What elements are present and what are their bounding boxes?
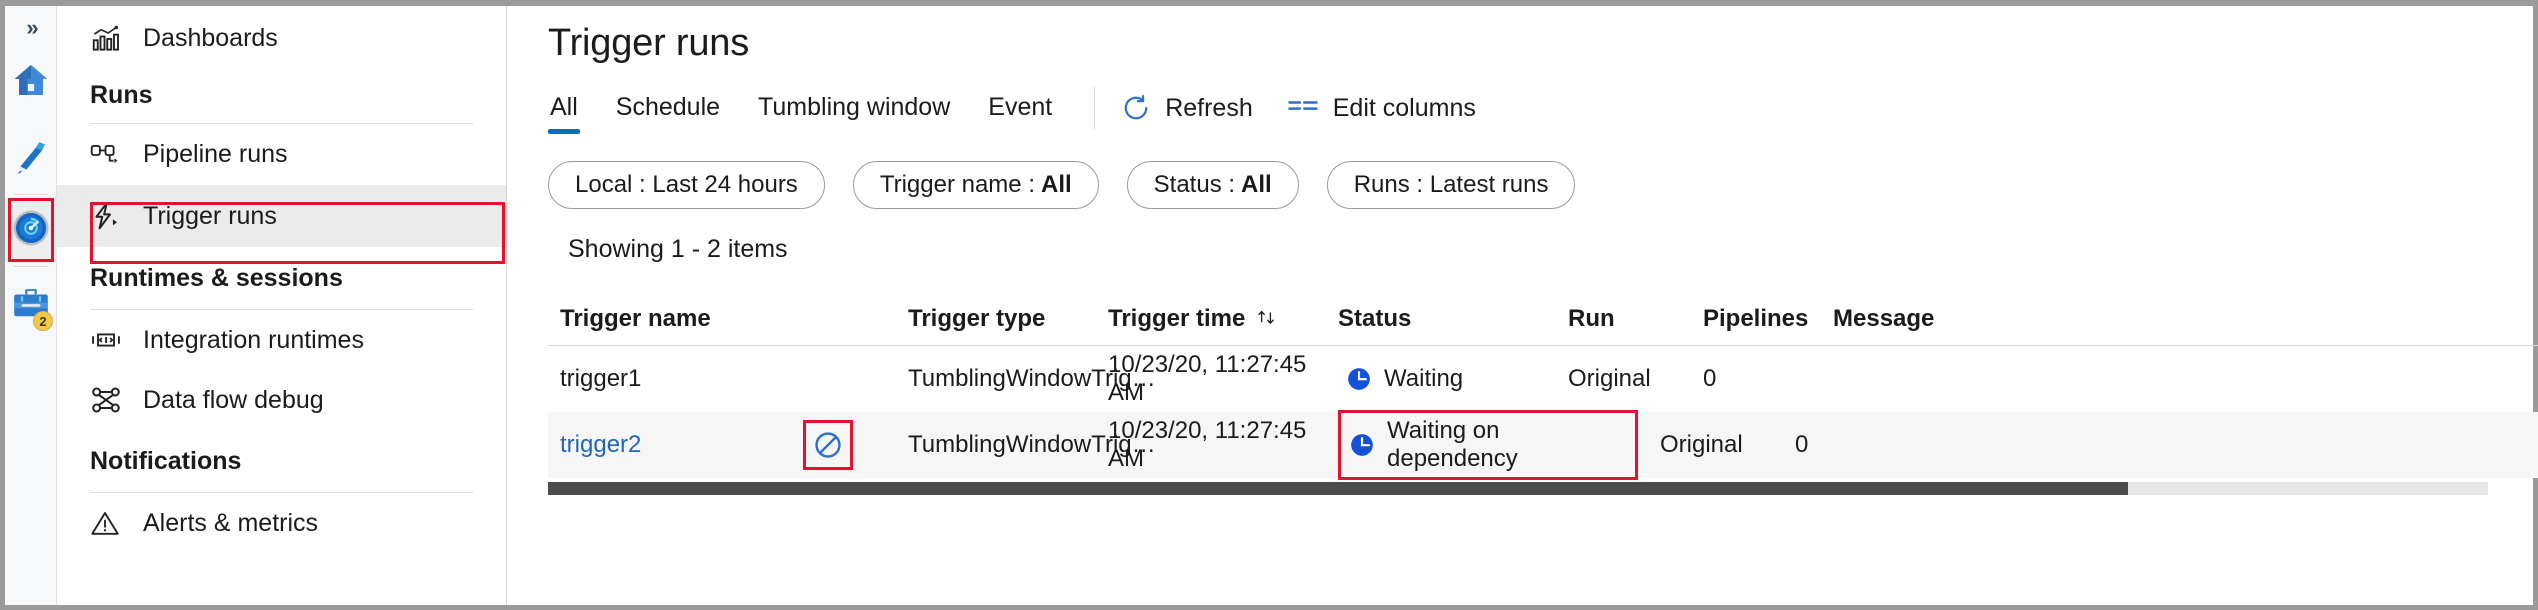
cell-trigger-type: TumblingWindowTrig… (908, 431, 1108, 459)
filter-pill-status-prefix: Status : (1154, 171, 1235, 199)
monitor-rail-highlight-box (8, 198, 54, 262)
filter-pill-trigger-name-prefix: Trigger name : (880, 171, 1035, 199)
cell-row-icon (803, 420, 908, 470)
page-title: Trigger runs (548, 22, 2533, 65)
filter-pill-runs-label: Runs : Latest runs (1354, 171, 1549, 199)
tab-all[interactable]: All (548, 93, 580, 134)
column-header-trigger-name[interactable]: Trigger name (548, 305, 803, 333)
nav-item-label: Integration runtimes (143, 326, 364, 355)
app-window: » (0, 0, 2538, 610)
column-header-trigger-time-label: Trigger time (1108, 305, 1245, 333)
column-header-trigger-time[interactable]: Trigger time (1108, 305, 1338, 333)
filter-pill-status[interactable]: Status : All (1127, 161, 1299, 209)
nav-item-alerts-metrics[interactable]: Alerts & metrics (57, 493, 506, 553)
cell-trigger-time: 10/23/20, 11:27:45 AM (1108, 351, 1338, 407)
rail-divider-2 (14, 266, 48, 267)
tab-schedule[interactable]: Schedule (614, 93, 722, 134)
nav-item-label: Dashboards (143, 24, 278, 53)
nav-group-runtimes: Runtimes & sessions (57, 247, 506, 309)
cell-trigger-type: TumblingWindowTrig… (908, 365, 1108, 393)
main-content: Trigger runs All Schedule Tumbling windo… (508, 6, 2533, 605)
monitor-nav-panel: Dashboards Runs Pipeline runs (57, 6, 507, 605)
tab-event[interactable]: Event (986, 93, 1054, 134)
tabs-and-toolbar: All Schedule Tumbling window Event Refre… (548, 87, 2533, 139)
edit-columns-label: Edit columns (1333, 94, 1476, 123)
showing-items-count: Showing 1 - 2 items (568, 235, 2533, 264)
left-icon-rail: » (5, 6, 57, 605)
status-label: Waiting on dependency (1387, 417, 1627, 473)
nav-item-label: Pipeline runs (143, 140, 288, 169)
cell-trigger-time: 10/23/20, 11:27:45 AM (1108, 417, 1338, 473)
toolbar-divider (1094, 87, 1095, 129)
horizontal-scrollbar-thumb[interactable] (548, 482, 2128, 495)
dashboard-chart-icon (90, 24, 130, 54)
table-header-row: Trigger name Trigger type Trigger time S… (548, 292, 2538, 346)
cell-run: Original (1638, 431, 1773, 459)
manage-badge-count: 2 (33, 311, 53, 331)
column-header-pipelines[interactable]: Pipelines (1703, 305, 1833, 333)
expand-menu-chevron-icon[interactable]: » (5, 8, 57, 48)
nav-item-dashboards[interactable]: Dashboards (57, 10, 506, 67)
nav-item-integration-runtimes[interactable]: Integration runtimes (57, 310, 506, 370)
cell-pipelines: 0 (1703, 365, 1833, 393)
cell-run: Original (1568, 365, 1703, 393)
no-entry-icon[interactable] (803, 420, 853, 470)
nav-group-notifications: Notifications (57, 430, 506, 492)
status-badge: Waiting (1338, 361, 1471, 397)
filter-pill-status-value: All (1241, 171, 1272, 199)
refresh-button[interactable]: Refresh (1121, 93, 1253, 133)
column-header-run[interactable]: Run (1568, 305, 1703, 333)
rail-item-home[interactable] (5, 50, 57, 114)
nav-item-label: Alerts & metrics (143, 509, 318, 538)
refresh-label: Refresh (1165, 94, 1253, 123)
clock-icon (1346, 366, 1372, 392)
filter-pill-trigger-name-value: All (1041, 171, 1072, 199)
nav-item-data-flow-debug[interactable]: Data flow debug (57, 370, 506, 430)
nav-item-trigger-runs[interactable]: Trigger runs (57, 185, 506, 247)
tab-tumbling-window[interactable]: Tumbling window (756, 93, 952, 134)
nav-group-label: Notifications (90, 447, 241, 476)
pencil-icon (11, 138, 51, 183)
filter-pill-runs[interactable]: Runs : Latest runs (1327, 161, 1576, 209)
rail-item-manage[interactable]: 2 (5, 272, 57, 336)
nav-group-label: Runtimes & sessions (90, 264, 343, 293)
table-row[interactable]: trigger1 TumblingWindowTrig… 10/23/20, 1… (548, 346, 2538, 412)
sort-updown-icon[interactable] (1255, 308, 1277, 330)
cell-status: Waiting (1338, 361, 1568, 397)
refresh-icon (1121, 93, 1151, 123)
status-label: Waiting (1384, 365, 1463, 393)
clock-icon (1349, 432, 1375, 458)
edit-columns-button[interactable]: Edit columns (1287, 94, 1476, 133)
nav-item-label: Data flow debug (143, 386, 324, 415)
rail-divider (14, 194, 48, 195)
cell-pipelines: 0 (1773, 431, 1903, 459)
column-header-trigger-type[interactable]: Trigger type (908, 305, 1108, 333)
alert-triangle-icon (90, 509, 130, 537)
nav-group-label: Runs (90, 81, 153, 110)
trigger-bolt-icon (90, 200, 130, 232)
cell-trigger-name[interactable]: trigger2 (548, 431, 803, 459)
filter-pill-local[interactable]: Local : Last 24 hours (548, 161, 825, 209)
integration-runtime-icon (90, 326, 130, 354)
nav-item-label: Trigger runs (143, 202, 277, 231)
filter-pill-row: Local : Last 24 hours Trigger name : All… (548, 161, 2533, 209)
status-badge: Waiting on dependency (1338, 410, 1638, 480)
nav-item-pipeline-runs[interactable]: Pipeline runs (57, 124, 506, 185)
filter-pill-trigger-name[interactable]: Trigger name : All (853, 161, 1099, 209)
data-flow-icon (90, 385, 130, 415)
horizontal-scrollbar[interactable] (548, 482, 2488, 495)
trigger-runs-table: Trigger name Trigger type Trigger time S… (548, 292, 2538, 478)
cell-status: Waiting on dependency (1338, 410, 1638, 480)
table-row[interactable]: trigger2 TumblingWindowTrig… 10/23/20, 1… (548, 412, 2538, 478)
home-icon (11, 60, 51, 105)
column-header-status[interactable]: Status (1338, 305, 1568, 333)
rail-item-author[interactable] (5, 128, 57, 192)
pipeline-icon (90, 140, 130, 170)
cell-trigger-name: trigger1 (548, 365, 803, 393)
edit-columns-icon (1287, 95, 1319, 121)
nav-group-runs: Runs (57, 67, 506, 123)
column-header-message[interactable]: Message (1833, 305, 2033, 333)
filter-pill-local-label: Local : Last 24 hours (575, 171, 798, 199)
